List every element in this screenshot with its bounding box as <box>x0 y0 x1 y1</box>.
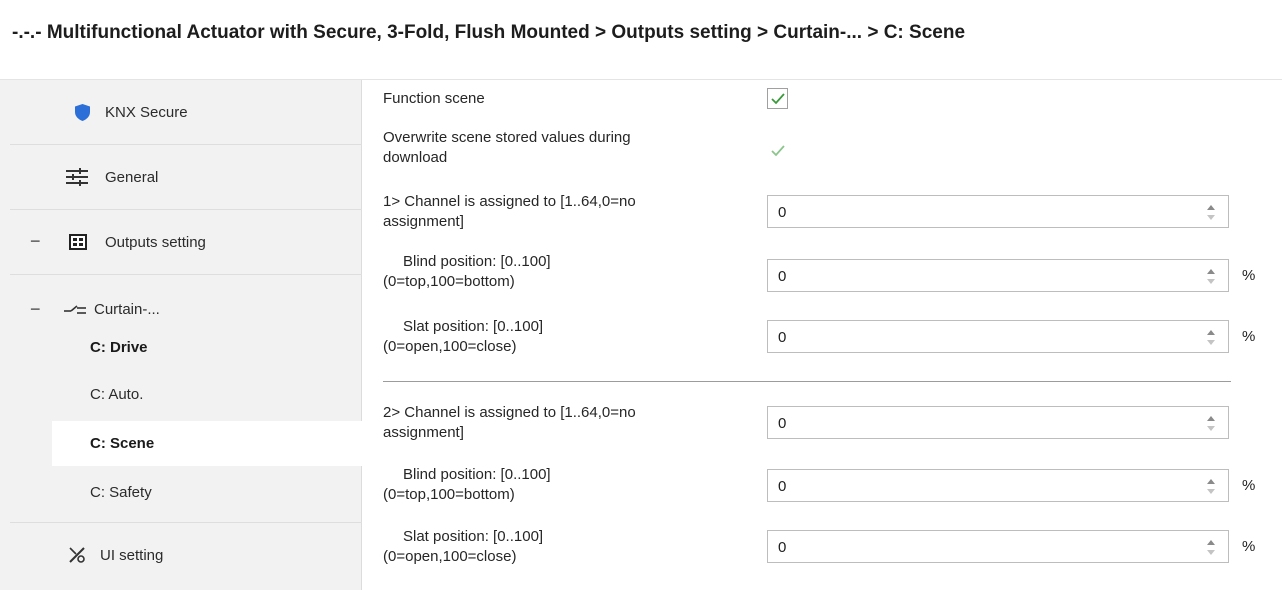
channel2-text-line2: assignment] <box>383 424 464 441</box>
blind1-position-input[interactable]: 0 <box>767 259 1229 292</box>
blind2-position-label: Blind position: [0..100] (0=top,100=bott… <box>383 465 551 505</box>
channel2-assign-input[interactable]: 0 <box>767 406 1229 439</box>
sidebar-item-label: C: Drive <box>90 339 148 356</box>
sidebar-item-ui-setting[interactable]: UI setting <box>10 522 362 587</box>
sidebar-item-knx-secure[interactable]: KNX Secure <box>10 80 362 145</box>
sidebar-item-c-drive[interactable]: C: Drive <box>10 325 362 370</box>
blind1-text-line2: (0=top,100=bottom) <box>383 273 515 290</box>
slat2-text-line2: (0=open,100=close) <box>383 548 517 565</box>
ui-setting-icon <box>68 545 88 565</box>
overwrite-text-line1: Overwrite scene stored values during <box>383 129 631 146</box>
sidebar: KNX Secure General − Outputs setting − C… <box>0 80 364 590</box>
channel2-text-line1: 2> Channel is assigned to [1..64,0=no <box>383 404 636 421</box>
blind2-text-line2: (0=top,100=bottom) <box>383 486 515 503</box>
blind2-position-value: 0 <box>778 478 787 495</box>
check-icon <box>770 92 785 104</box>
blind1-unit: % <box>1242 267 1256 284</box>
title-bar: -.-.- Multifunctional Actuator with Secu… <box>0 0 1282 80</box>
blind1-position-label: Blind position: [0..100] (0=top,100=bott… <box>383 252 551 292</box>
collapse-icon[interactable]: − <box>30 231 41 252</box>
slat1-position-input[interactable]: 0 <box>767 320 1229 353</box>
function-scene-text: Function scene <box>383 90 485 107</box>
check-icon <box>770 144 785 156</box>
blind2-text-line1: Blind position: [0..100] <box>403 466 551 483</box>
slat1-unit: % <box>1242 328 1256 345</box>
spin-arrows-icon[interactable] <box>1206 413 1216 433</box>
channel1-assign-value: 0 <box>778 204 787 221</box>
grid-icon <box>68 232 88 252</box>
channel1-assign-input[interactable]: 0 <box>767 195 1229 228</box>
sidebar-item-label: C: Auto. <box>90 386 144 403</box>
slat1-text-line1: Slat position: [0..100] <box>403 318 544 335</box>
blind2-position-input[interactable]: 0 <box>767 469 1229 502</box>
sidebar-item-label: KNX Secure <box>105 104 188 121</box>
curtain-switch-icon <box>63 300 87 320</box>
sidebar-item-outputs-setting[interactable]: − Outputs setting <box>10 210 362 275</box>
breadcrumb-title: -.-.- Multifunctional Actuator with Secu… <box>12 22 966 43</box>
slat2-text-line1: Slat position: [0..100] <box>403 528 544 545</box>
spin-arrows-icon[interactable] <box>1206 537 1216 557</box>
channel2-assign-value: 0 <box>778 415 787 432</box>
sidebar-item-label: Outputs setting <box>105 234 206 251</box>
spin-arrows-icon[interactable] <box>1206 327 1216 347</box>
app-window: -.-.- Multifunctional Actuator with Secu… <box>0 0 1282 590</box>
sidebar-item-c-safety[interactable]: C: Safety <box>10 470 362 515</box>
overwrite-checkbox[interactable] <box>767 140 788 161</box>
sidebar-item-label: C: Scene <box>90 435 155 452</box>
slat2-position-input[interactable]: 0 <box>767 530 1229 563</box>
collapse-icon[interactable]: − <box>30 299 41 320</box>
spin-arrows-icon[interactable] <box>1206 202 1216 222</box>
slat2-unit: % <box>1242 538 1256 555</box>
sidebar-item-c-scene[interactable]: C: Scene <box>52 421 364 466</box>
sidebar-item-label: UI setting <box>100 547 164 564</box>
channel1-text-line2: assignment] <box>383 213 464 230</box>
function-scene-checkbox[interactable] <box>767 88 788 109</box>
spin-arrows-icon[interactable] <box>1206 476 1216 496</box>
shield-icon <box>72 102 92 122</box>
slat1-text-line2: (0=open,100=close) <box>383 338 517 355</box>
channel1-text-line1: 1> Channel is assigned to [1..64,0=no <box>383 193 636 210</box>
blind2-unit: % <box>1242 477 1256 494</box>
blind1-text-line1: Blind position: [0..100] <box>403 253 551 270</box>
slat1-position-value: 0 <box>778 329 787 346</box>
sidebar-item-label: General <box>105 169 159 186</box>
function-scene-label: Function scene <box>383 89 485 109</box>
section-divider <box>383 381 1231 382</box>
channel1-assign-label: 1> Channel is assigned to [1..64,0=no as… <box>383 192 636 232</box>
slat2-position-label: Slat position: [0..100] (0=open,100=clos… <box>383 527 543 567</box>
sidebar-item-label: Curtain-... <box>94 301 160 318</box>
parameter-panel: Function scene Overwrite scene stored va… <box>363 80 1282 590</box>
sliders-icon <box>65 167 89 187</box>
sidebar-item-label: C: Safety <box>90 484 152 501</box>
slat2-position-value: 0 <box>778 539 787 556</box>
channel2-assign-label: 2> Channel is assigned to [1..64,0=no as… <box>383 403 636 443</box>
sidebar-item-curtain[interactable]: − Curtain-... <box>10 275 362 330</box>
overwrite-label: Overwrite scene stored values during dow… <box>383 128 631 168</box>
spin-arrows-icon[interactable] <box>1206 266 1216 286</box>
slat1-position-label: Slat position: [0..100] (0=open,100=clos… <box>383 317 543 357</box>
blind1-position-value: 0 <box>778 268 787 285</box>
sidebar-item-c-auto[interactable]: C: Auto. <box>10 372 362 417</box>
sidebar-item-general[interactable]: General <box>10 145 362 210</box>
overwrite-text-line2: download <box>383 149 448 166</box>
